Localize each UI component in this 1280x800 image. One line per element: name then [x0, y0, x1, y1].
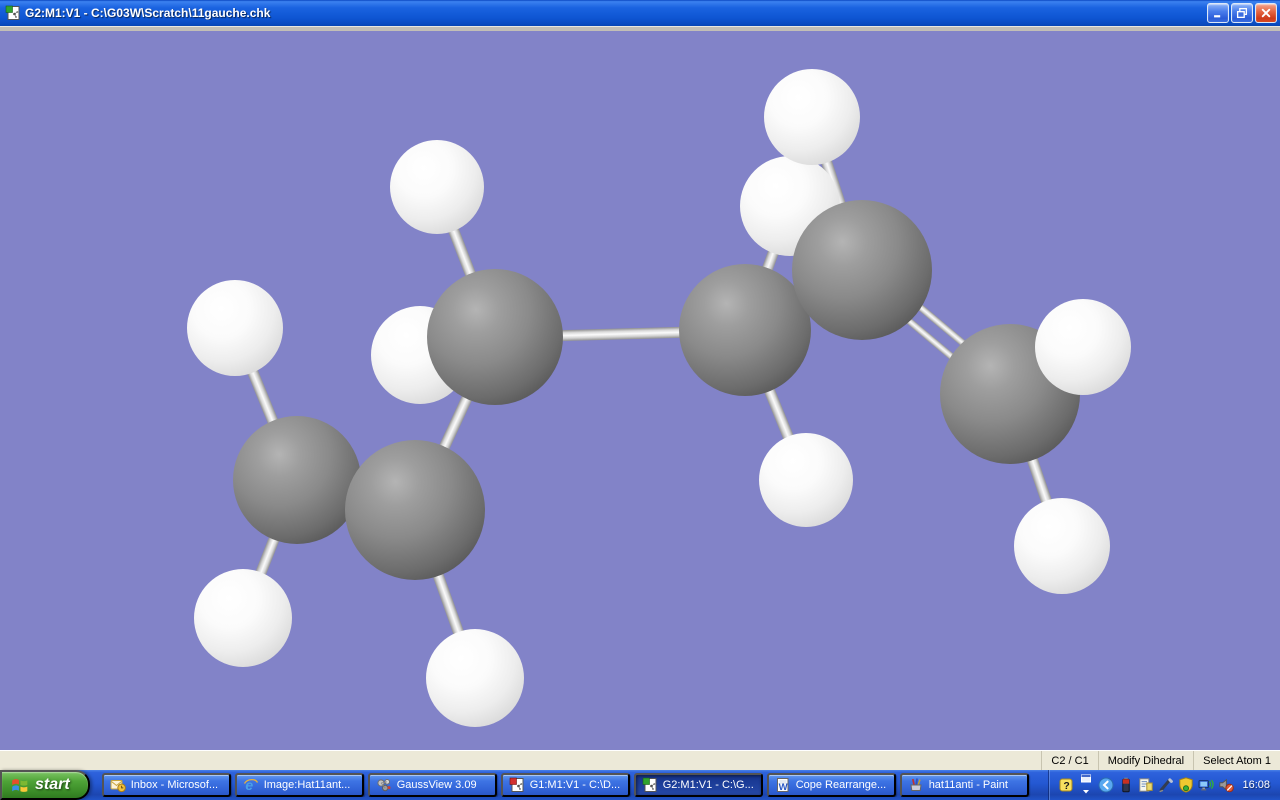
taskbar-item-hat11anti-paint[interactable]: hat11anti - Paint — [899, 773, 1029, 797]
atom-H4[interactable] — [390, 140, 484, 234]
tray-icons: ? — [1057, 774, 1234, 794]
status-field-mode: Modify Dihedral — [1097, 751, 1193, 770]
status-field-prompt: Select Atom 1 — [1193, 751, 1280, 770]
volume-mute-icon[interactable] — [1217, 777, 1234, 794]
taskbar-items: Inbox - Microsof... e Image:Hat11ant... Gau… — [101, 773, 1045, 797]
taskbar-item-label: hat11anti - Paint — [928, 779, 1008, 791]
atom-H2[interactable] — [194, 569, 292, 667]
close-button[interactable] — [1255, 3, 1277, 23]
atom-C6[interactable] — [233, 416, 361, 544]
taskbar-item-label: G2:M1:V1 - C:\G... — [662, 779, 754, 791]
paint-icon — [908, 777, 924, 793]
atom-C2[interactable] — [792, 200, 932, 340]
system-tray: ? 16:08 — [1048, 770, 1280, 800]
status-bar: C2 / C1 Modify Dihedral Select Atom 1 — [0, 750, 1280, 770]
taskbar-item-label: Image:Hat11ant... — [263, 779, 351, 791]
atom-H10[interactable] — [1014, 498, 1110, 594]
pen-icon[interactable] — [1157, 777, 1174, 794]
help-icon[interactable]: ? — [1057, 777, 1074, 794]
taskbar-item-label: Cope Rearrange... — [795, 779, 887, 791]
gaussview-document-icon — [5, 5, 21, 21]
outlook-icon — [110, 777, 126, 793]
gaussview-window: G2:M1:V1 - C:\G03W\Scratch\11gauche.chk … — [0, 0, 1280, 800]
atom-C3[interactable] — [679, 264, 811, 396]
taskbar-item-label: G1:M1:V1 - C:\D... — [529, 779, 621, 791]
taskbar-item-gaussview[interactable]: GaussView 3.09 — [367, 773, 497, 797]
taskbar-item-g2-view[interactable]: G2:M1:V1 - C:\G... — [633, 773, 763, 797]
taskbar: start Inbox - Microsof... e Image:Hat11ant… — [0, 770, 1280, 800]
minimize-button[interactable] — [1207, 3, 1229, 23]
taskbar-item-label: Inbox - Microsof... — [130, 779, 219, 791]
start-button[interactable]: start — [0, 770, 90, 800]
atom-H6[interactable] — [759, 433, 853, 527]
shield-icon[interactable] — [1177, 777, 1194, 794]
hide-icons-chevron-icon[interactable] — [1097, 777, 1114, 794]
restore-button[interactable] — [1231, 3, 1253, 23]
taskbar-item-image-hat11ant[interactable]: e Image:Hat11ant... — [234, 773, 364, 797]
network-icon[interactable] — [1197, 777, 1214, 794]
taskbar-item-label: GaussView 3.09 — [396, 779, 477, 791]
gaussview-icon — [376, 777, 392, 793]
desktop-mini-icon[interactable] — [1077, 774, 1094, 794]
atom-H1[interactable] — [187, 280, 283, 376]
word-doc-icon: W — [775, 777, 791, 793]
windows-flag-icon — [12, 779, 28, 792]
tray-clock[interactable]: 16:08 — [1242, 779, 1270, 791]
title-bar[interactable]: G2:M1:V1 - C:\G03W\Scratch\11gauche.chk — [0, 0, 1280, 26]
taskbar-item-inbox-outlook[interactable]: Inbox - Microsof... — [101, 773, 231, 797]
status-field-atom-pair: C2 / C1 — [1041, 751, 1097, 770]
gauss-doc-green-icon — [642, 777, 658, 793]
taskbar-item-g1-view[interactable]: G1:M1:V1 - C:\D... — [500, 773, 630, 797]
window-title: G2:M1:V1 - C:\G03W\Scratch\11gauche.chk — [25, 6, 271, 20]
svg-text:?: ? — [1063, 780, 1069, 792]
battery-icon[interactable] — [1117, 777, 1134, 794]
gauss-doc-red-icon — [509, 777, 525, 793]
taskbar-item-cope-rearrange[interactable]: W Cope Rearrange... — [766, 773, 896, 797]
svg-text:W: W — [778, 782, 787, 793]
atom-H3[interactable] — [426, 629, 524, 727]
start-button-label: start — [35, 776, 70, 793]
atom-C5[interactable] — [345, 440, 485, 580]
atom-H9[interactable] — [1035, 299, 1131, 395]
atom-H8[interactable] — [764, 69, 860, 165]
atom-C4[interactable] — [427, 269, 563, 405]
notes-icon[interactable] — [1137, 777, 1154, 794]
molecule-viewport[interactable] — [0, 31, 1280, 750]
ie-icon: e — [243, 777, 259, 793]
